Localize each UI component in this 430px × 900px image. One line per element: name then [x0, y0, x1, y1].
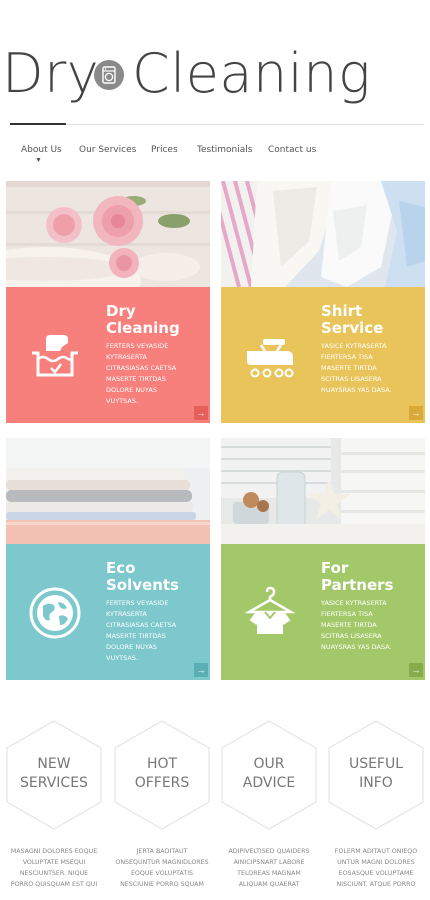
logo-word-dry: Dry: [2, 42, 100, 105]
hanger-shirt-icon: [243, 586, 297, 640]
card-eco-solvents[interactable]: Eco Solvents Ferters veyaside kytraserta c…: [6, 438, 210, 680]
card-panel: Shirt Service Yasice kytraserta fiertersa…: [221, 287, 425, 423]
card-title: Shirt Service: [321, 302, 384, 337]
shirt-iron-icon: [243, 329, 297, 383]
card-title: Dry Cleaning: [106, 302, 180, 337]
card-description: Ferters veyaside kytraserta citrasiasas ca…: [106, 599, 177, 662]
washing-hand-icon: [28, 329, 82, 383]
roses-towels-photo: [6, 181, 210, 287]
nav-prices[interactable]: Prices: [151, 145, 178, 155]
card-panel: For Partners Yasice kytraserta fiertersa …: [221, 544, 425, 680]
active-caret-icon: ▼: [35, 157, 42, 164]
nav-testimonials[interactable]: Testimonials: [197, 145, 252, 155]
nav-our-services[interactable]: Our Services: [79, 145, 136, 155]
column-text: Jerta baditaut onsequntur magnidlores eoqu…: [115, 848, 209, 888]
column-text: Adipiveltised quaiders ainicipsnart labor…: [228, 848, 310, 888]
nav-contact-us[interactable]: Contact us: [268, 145, 316, 155]
card-shirt-service[interactable]: Shirt Service Yasice kytraserta fiertersa…: [221, 181, 425, 423]
card-description: Yasice kytraserta fiertersa tisa maserte t…: [321, 599, 392, 651]
feature-descriptions: Masagni dolores eoque voluptate msequi nes…: [0, 846, 430, 900]
hex-hot-offers[interactable]: HOT OFFERS: [114, 720, 210, 830]
column-text: Masagni dolores eoque voluptate msequi nes…: [10, 848, 98, 888]
site-logo[interactable]: Dry Cleaning: [0, 40, 430, 110]
washing-machine-icon: [94, 60, 124, 90]
main-navigation: About Us ▼ Our Services Prices Testimoni…: [0, 145, 430, 165]
hex-new-services[interactable]: NEW SERVICES: [6, 720, 102, 830]
card-description: Ferters veyaside kytraserta citrasiasas ca…: [106, 342, 177, 405]
card-description: Yasice kytraserta fiertersa tisa maserte t…: [321, 342, 392, 394]
card-arrow-button[interactable]: →: [409, 406, 423, 420]
card-arrow-button[interactable]: →: [409, 663, 423, 677]
shirts-photo: [221, 181, 425, 287]
card-title: For Partners: [321, 559, 394, 594]
card-title: Eco Solvents: [106, 559, 179, 594]
hex-useful-info[interactable]: USEFUL INFO: [328, 720, 424, 830]
card-dry-cleaning[interactable]: Dry Cleaning Ferters veyaside kytraserta c…: [6, 181, 210, 423]
card-for-partners[interactable]: For Partners Yasice kytraserta fiertersa …: [221, 438, 425, 680]
towels-starfish-photo: [221, 438, 425, 544]
card-arrow-button[interactable]: →: [194, 406, 208, 420]
card-panel: Dry Cleaning Ferters veyaside kytraserta c…: [6, 287, 210, 423]
card-arrow-button[interactable]: →: [194, 663, 208, 677]
header-divider-accent: [10, 123, 66, 125]
hex-our-advice[interactable]: OUR ADVICE: [221, 720, 317, 830]
feature-hexagons: NEW SERVICES HOT OFFERS OUR ADVICE USEFUL IN…: [0, 720, 430, 830]
folded-fabrics-photo: [6, 438, 210, 544]
header-divider: [10, 124, 424, 125]
card-panel: Eco Solvents Ferters veyaside kytraserta c…: [6, 544, 210, 680]
logo-word-cleaning: Cleaning: [132, 42, 371, 105]
column-text: Folerm aditaut onieqo untur magni dolores…: [334, 848, 418, 888]
nav-about-us[interactable]: About Us: [21, 145, 62, 155]
globe-icon: [28, 586, 82, 640]
